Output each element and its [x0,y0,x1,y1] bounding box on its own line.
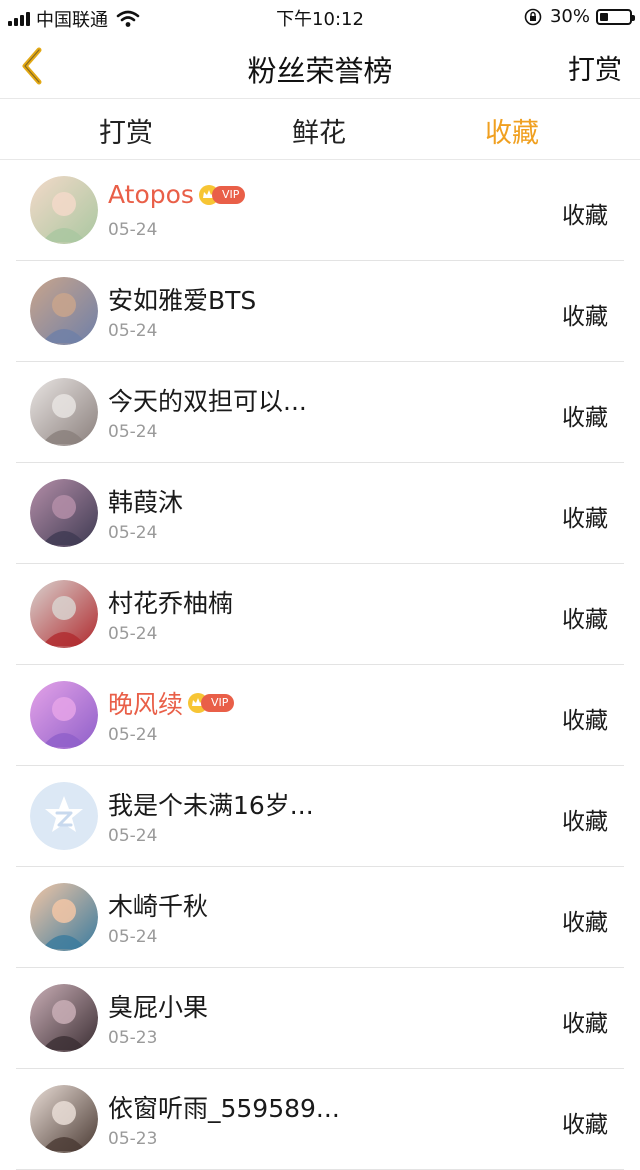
rotation-lock-icon [524,8,542,25]
battery-fill [600,12,608,21]
action-label: 收藏 [562,203,608,229]
date-label: 05-24 [108,826,158,846]
status-bar: 中国联通 下午10:12 30% [0,0,640,34]
user-name[interactable]: 安如雅爱BTS [108,281,256,317]
name-line: 今天的双担可以... [108,382,307,418]
list-item[interactable]: 我是个未满16岁... 05-24 收藏 [16,766,624,867]
battery-icon [596,8,635,25]
name-line: 安如雅爱BTS [108,281,256,317]
action-label: 收藏 [562,405,608,431]
user-name[interactable]: 村花乔柚楠 [108,584,233,620]
list-item[interactable]: 安如雅爱BTS 05-24 收藏 [16,261,624,362]
action-label: 收藏 [562,1112,608,1138]
avatar[interactable] [30,1085,98,1153]
date-label: 05-24 [108,321,158,341]
avatar[interactable] [30,782,98,850]
date-label: 05-24 [108,624,158,644]
page-title: 粉丝荣誉榜 [247,54,393,88]
reward-button[interactable]: 打赏 [568,48,622,87]
action-label: 收藏 [562,708,608,734]
user-name[interactable]: 韩葭沐 [108,483,183,519]
name-line: 依窗听雨_559589... [108,1089,340,1125]
name-line: 韩葭沐 [108,483,183,519]
list-item[interactable]: 臭屁小果 05-23 收藏 [16,968,624,1069]
avatar[interactable] [30,277,98,345]
list-item[interactable]: 木崎千秋 05-24 收藏 [16,867,624,968]
list-item[interactable]: 晚风续 VIP 05-24 收藏 [16,665,624,766]
list-item[interactable]: 韩葭沐 05-24 收藏 [16,463,624,564]
list-item[interactable]: 村花乔柚楠 05-24 收藏 [16,564,624,665]
status-bar-right: 30% [524,6,635,27]
battery-percent: 30% [549,6,590,27]
date-label: 05-24 [108,725,158,745]
name-line: 臭屁小果 [108,988,208,1024]
action-label: 收藏 [562,506,608,532]
date-label: 05-24 [108,927,158,947]
action-label: 收藏 [562,607,608,633]
name-line: 我是个未满16岁... [108,786,314,822]
avatar[interactable] [30,176,98,244]
list-item[interactable]: 今天的双担可以... 05-24 收藏 [16,362,624,463]
avatar[interactable] [30,378,98,446]
user-name[interactable]: 依窗听雨_559589... [108,1089,340,1125]
name-line: 木崎千秋 [108,887,208,923]
date-label: 05-24 [108,220,158,240]
tab-favorites[interactable]: 收藏 [452,111,572,150]
list-item[interactable]: 依窗听雨_559589... 05-23 收藏 [16,1069,624,1170]
action-label: 收藏 [562,809,608,835]
date-label: 05-23 [108,1028,158,1048]
vip-label: VIP [201,694,235,712]
user-name[interactable]: Atopos [108,180,194,209]
user-name[interactable]: 木崎千秋 [108,887,208,923]
user-name[interactable]: 晚风续 [108,685,183,721]
user-name[interactable]: 今天的双担可以... [108,382,307,418]
vip-badge: VIP [187,692,235,714]
vip-badge: VIP [198,184,246,206]
tab-reward[interactable]: 打赏 [66,111,186,150]
action-label: 收藏 [562,910,608,936]
avatar[interactable] [30,883,98,951]
action-label: 收藏 [562,1011,608,1037]
tab-bar: 打赏 鲜花 收藏 [0,99,640,160]
avatar[interactable] [30,479,98,547]
user-name[interactable]: 臭屁小果 [108,988,208,1024]
name-line: 晚风续 VIP [108,685,235,721]
list-item[interactable]: Atopos VIP 05-24 收藏 [16,160,624,261]
action-label: 收藏 [562,304,608,330]
vip-label: VIP [211,185,246,204]
avatar[interactable] [30,580,98,648]
name-line: 村花乔柚楠 [108,584,233,620]
fan-list: Atopos VIP 05-24 收藏 安如雅爱BTS 05-24 收藏 今天的双担可以...… [16,160,624,1170]
name-line: Atopos VIP [108,180,246,209]
date-label: 05-23 [108,1129,158,1149]
date-label: 05-24 [108,523,158,543]
tab-flowers[interactable]: 鲜花 [259,111,379,150]
user-name[interactable]: 我是个未满16岁... [108,786,314,822]
avatar[interactable] [30,681,98,749]
avatar[interactable] [30,984,98,1052]
date-label: 05-24 [108,422,158,442]
nav-bar: 粉丝荣誉榜 打赏 [0,34,640,99]
